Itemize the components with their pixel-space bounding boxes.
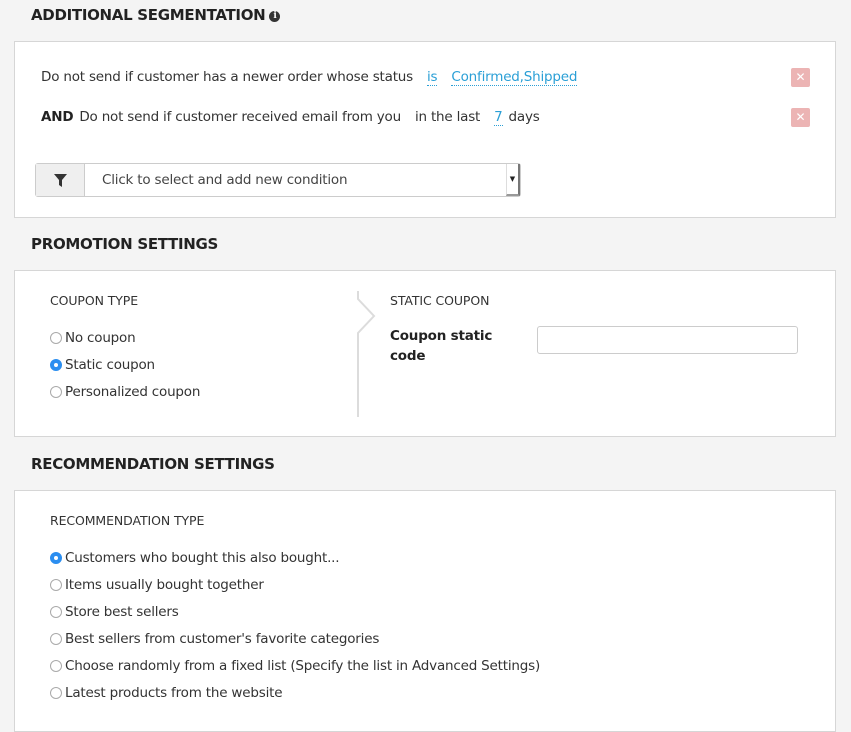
radio-personalized-coupon[interactable]: Personalized coupon (50, 384, 200, 400)
condition-text: Do not send if customer has a newer orde… (41, 69, 413, 85)
radio-bought-together[interactable]: Items usually bought together (50, 577, 264, 593)
radio-favorite-categories[interactable]: Best sellers from customer's favorite ca… (50, 631, 379, 647)
condition-and-label: AND (41, 109, 74, 125)
remove-condition-button[interactable]: ✕ (791, 68, 810, 87)
radio-random-fixed-list[interactable]: Choose randomly from a fixed list (Speci… (50, 658, 540, 674)
recommendation-type-label: RECOMMENDATION TYPE (50, 513, 205, 528)
promotion-title: PROMOTION SETTINGS (31, 235, 219, 253)
radio-button[interactable] (50, 633, 62, 645)
radio-label: Personalized coupon (65, 384, 201, 400)
radio-button-checked[interactable] (50, 552, 62, 564)
segmentation-title-text: ADDITIONAL SEGMENTATION (31, 6, 266, 24)
radio-button[interactable] (50, 332, 62, 344)
close-icon: ✕ (795, 70, 806, 84)
close-icon: ✕ (795, 110, 806, 124)
promotion-panel: COUPON TYPE No coupon Static coupon Pers… (14, 270, 836, 437)
radio-label: Customers who bought this also bought... (65, 550, 340, 566)
radio-label: Best sellers from customer's favorite ca… (65, 631, 380, 647)
info-circle-icon[interactable]: i (269, 11, 281, 22)
coupon-code-label: Coupon static code (390, 326, 492, 366)
condition-operator-link[interactable]: is (427, 69, 438, 86)
condition-row-status: Do not send if customer has a newer orde… (41, 69, 577, 86)
radio-label: Choose randomly from a fixed list (Speci… (65, 658, 541, 674)
condition-suffix: days (508, 109, 540, 125)
filter-addon (36, 164, 85, 196)
coupon-type-label: COUPON TYPE (50, 293, 139, 308)
radio-static-coupon[interactable]: Static coupon (50, 357, 155, 373)
coupon-code-label-line1: Coupon static (390, 328, 493, 344)
radio-no-coupon[interactable]: No coupon (50, 330, 136, 346)
dropdown-arrow-icon[interactable]: ▼ (506, 164, 520, 196)
radio-label: Items usually bought together (65, 577, 264, 593)
coupon-code-label-line2: code (390, 348, 426, 364)
condition-text: Do not send if customer received email f… (79, 109, 401, 125)
radio-also-bought[interactable]: Customers who bought this also bought... (50, 550, 340, 566)
add-condition-select[interactable]: Click to select and add new condition ▼ (35, 163, 521, 197)
radio-button[interactable] (50, 606, 62, 618)
radio-button[interactable] (50, 579, 62, 591)
static-coupon-label: STATIC COUPON (390, 293, 490, 308)
radio-button-checked[interactable] (50, 359, 62, 371)
segmentation-title: ADDITIONAL SEGMENTATION i (31, 6, 281, 24)
radio-button[interactable] (50, 687, 62, 699)
condition-operator-text: in the last (414, 109, 481, 125)
filter-icon (53, 173, 67, 187)
radio-latest-products[interactable]: Latest products from the website (50, 685, 283, 701)
recommendation-panel: RECOMMENDATION TYPE Customers who bought… (14, 490, 836, 732)
segmentation-panel: Do not send if customer has a newer orde… (14, 41, 836, 218)
radio-label: Store best sellers (65, 604, 179, 620)
remove-condition-button[interactable]: ✕ (791, 108, 810, 127)
radio-label: Latest products from the website (65, 685, 283, 701)
add-condition-placeholder: Click to select and add new condition (102, 172, 348, 188)
radio-label: Static coupon (65, 357, 155, 373)
recommendation-title: RECOMMENDATION SETTINGS (31, 455, 275, 473)
condition-days-link[interactable]: 7 (494, 109, 503, 126)
radio-button[interactable] (50, 386, 62, 398)
radio-button[interactable] (50, 660, 62, 672)
condition-value-link[interactable]: Confirmed,Shipped (451, 69, 577, 86)
radio-label: No coupon (65, 330, 136, 346)
step-divider-chevron (357, 291, 376, 417)
radio-store-best-sellers[interactable]: Store best sellers (50, 604, 179, 620)
coupon-code-input[interactable] (537, 326, 798, 354)
condition-row-email: AND Do not send if customer received emai… (41, 109, 540, 126)
